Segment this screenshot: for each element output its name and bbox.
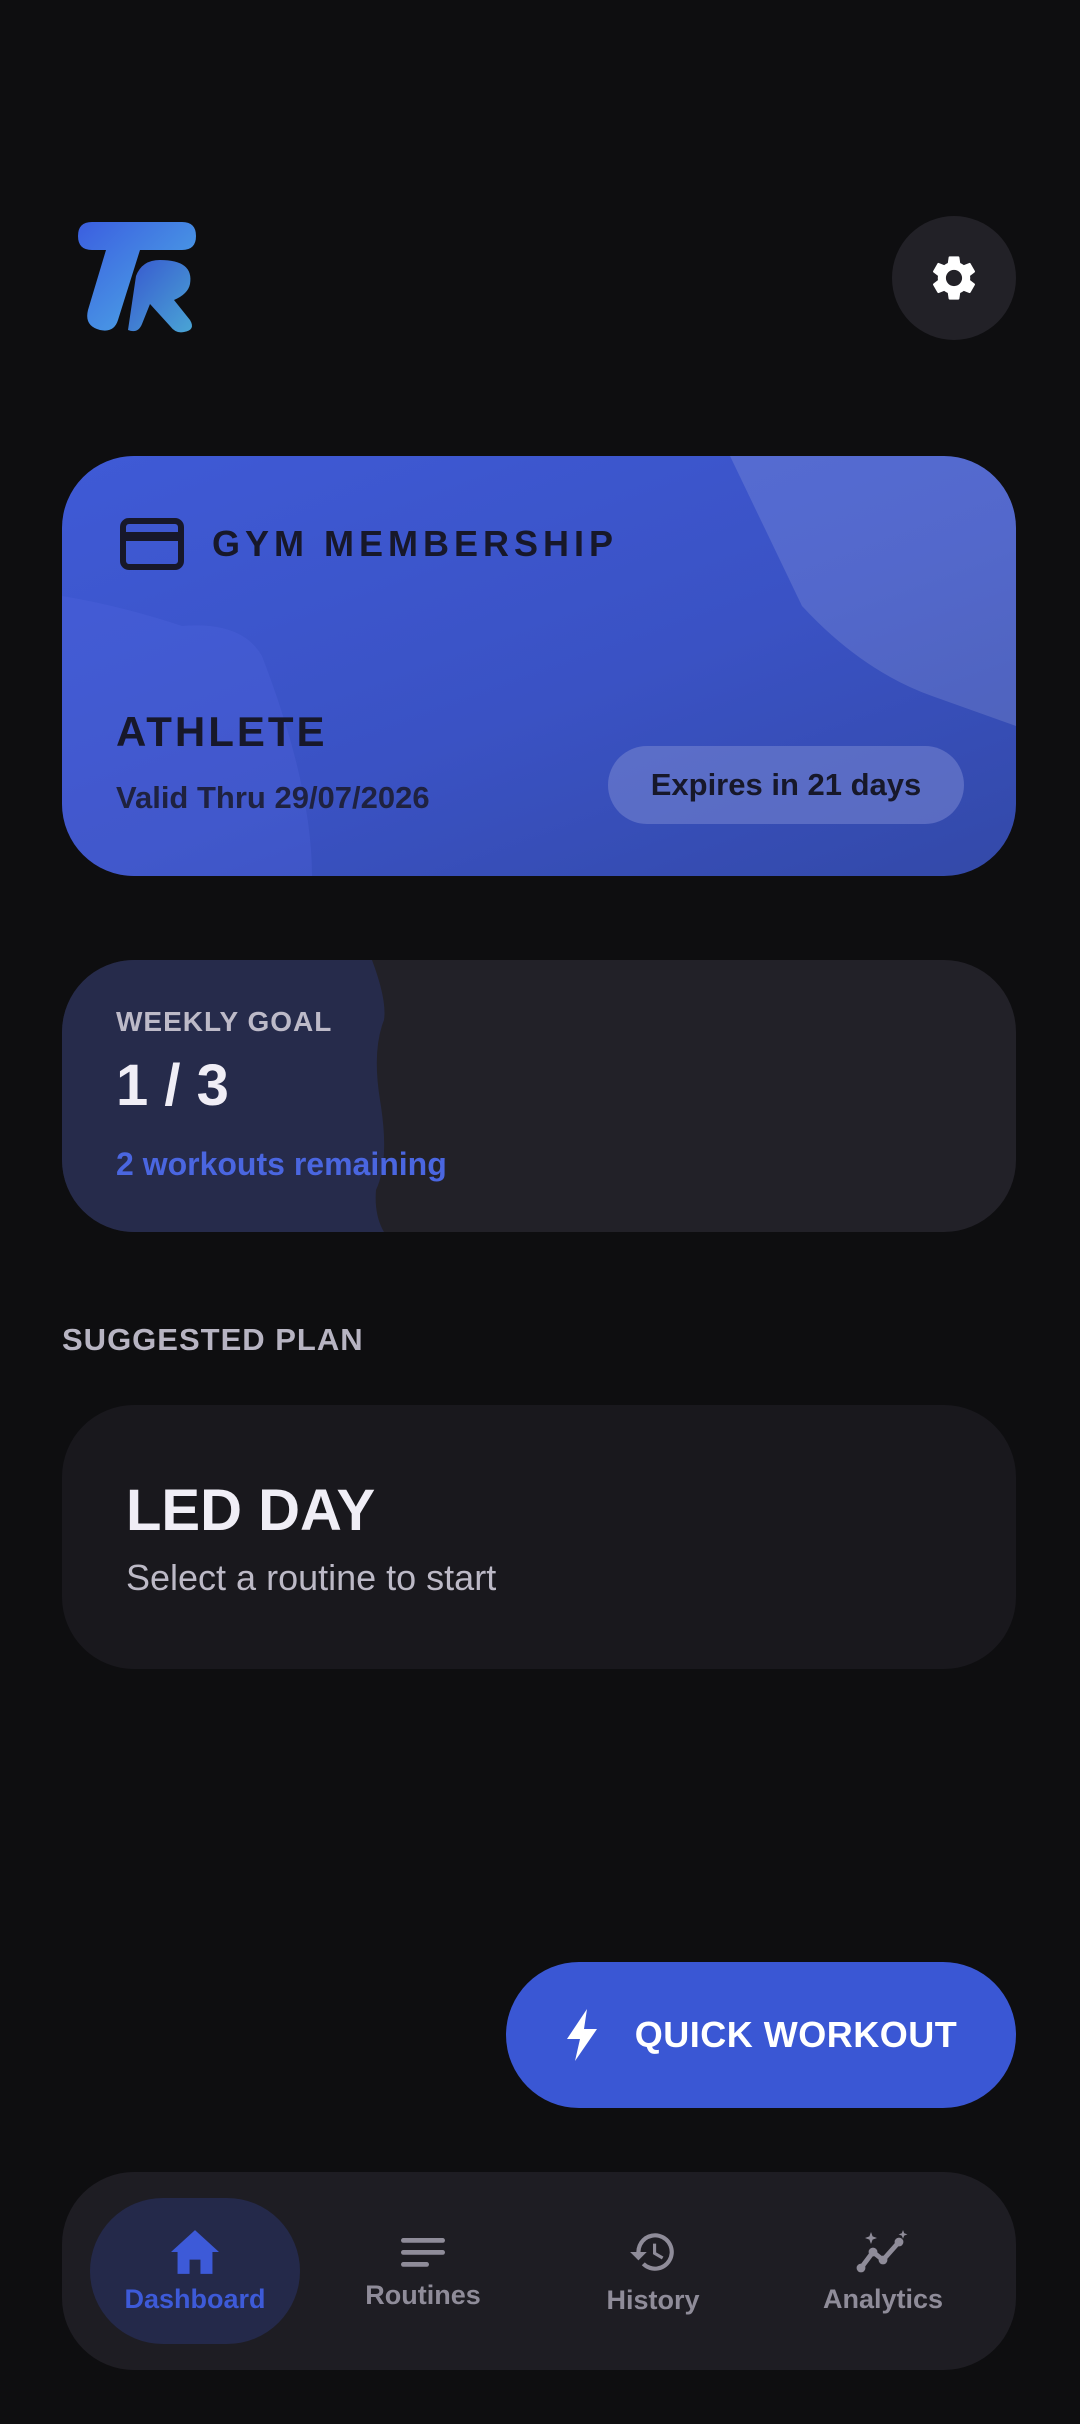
weekly-goal-count: 1 / 3 xyxy=(116,1053,229,1118)
nav-label-routines: Routines xyxy=(365,2279,481,2310)
list-icon xyxy=(401,2237,445,2267)
credit-card-icon xyxy=(120,518,184,570)
membership-tier: ATHLETE xyxy=(116,708,328,755)
plan-subtitle: Select a routine to start xyxy=(126,1557,497,1598)
plan-title: LED DAY xyxy=(126,1478,376,1543)
suggested-plan-heading: SUGGESTED PLAN xyxy=(62,1322,364,1357)
home-icon xyxy=(171,2229,219,2274)
lightning-bolt-icon xyxy=(566,2009,597,2061)
bottom-navigation: Dashboard Routines History Analytics xyxy=(62,2172,1016,2370)
history-icon xyxy=(630,2232,674,2271)
membership-header: GYM MEMBERSHIP xyxy=(120,518,618,570)
nav-label-dashboard: Dashboard xyxy=(124,2283,266,2314)
nav-item-analytics[interactable]: Analytics xyxy=(778,2198,988,2344)
dashboard-screen: GYM MEMBERSHIP ATHLETE Valid Thru 29/07/… xyxy=(0,0,1080,2424)
weekly-goal-label: WEEKLY GOAL xyxy=(116,1006,333,1037)
nav-label-history: History xyxy=(606,2284,700,2315)
membership-title: GYM MEMBERSHIP xyxy=(212,523,619,564)
membership-card[interactable]: GYM MEMBERSHIP ATHLETE Valid Thru 29/07/… xyxy=(62,456,1016,876)
nav-item-history[interactable]: History xyxy=(548,2198,758,2344)
analytics-icon xyxy=(856,2229,908,2272)
nav-item-routines[interactable]: Routines xyxy=(318,2198,528,2344)
nav-item-dashboard[interactable]: Dashboard xyxy=(90,2198,300,2344)
quick-workout-button[interactable]: QUICK WORKOUT xyxy=(506,1962,1016,2108)
weekly-goal-card[interactable]: WEEKLY GOAL 1 / 3 2 workouts remaining xyxy=(62,960,1016,1232)
nav-label-analytics: Analytics xyxy=(822,2283,944,2314)
suggested-plan-card[interactable]: LED DAY Select a routine to start xyxy=(62,1405,1016,1669)
membership-valid-date: Valid Thru 29/07/2026 xyxy=(116,780,430,815)
tk-logo-icon xyxy=(78,222,196,333)
gear-icon xyxy=(932,256,976,300)
settings-button[interactable] xyxy=(892,216,1016,340)
expiry-badge: Expires in 21 days xyxy=(608,746,964,824)
weekly-goal-remaining: 2 workouts remaining xyxy=(116,1146,447,1182)
quick-workout-label: QUICK WORKOUT xyxy=(634,2014,958,2055)
